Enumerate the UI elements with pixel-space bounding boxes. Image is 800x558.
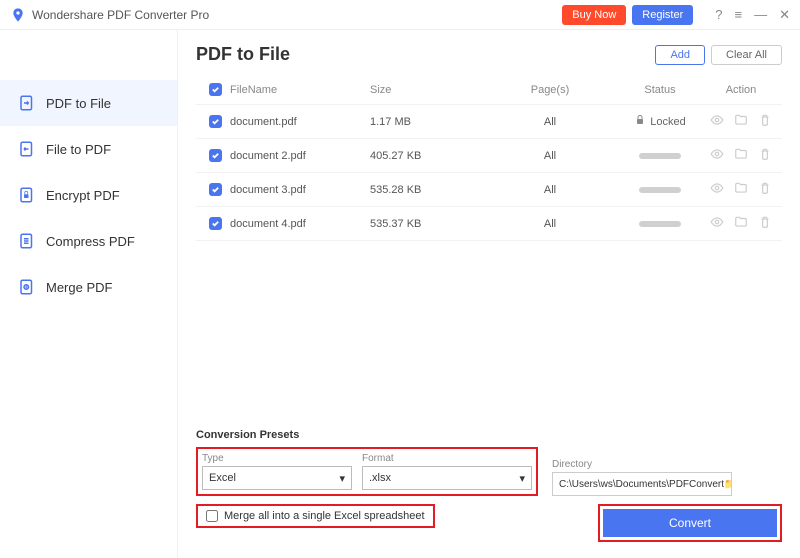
preview-icon[interactable]	[710, 113, 724, 130]
sidebar-item-file-to-pdf[interactable]: File to PDF	[0, 126, 177, 172]
cell-pages: All	[490, 184, 610, 196]
directory-input[interactable]: C:\Users\ws\Documents\PDFConvert 📁	[552, 472, 732, 496]
open-folder-icon[interactable]	[734, 215, 748, 232]
presets-section-label: Conversion Presets	[196, 429, 782, 441]
header-pages: Page(s)	[490, 84, 610, 96]
status-progress	[639, 187, 681, 193]
row-checkbox[interactable]	[209, 115, 222, 128]
cell-size: 535.37 KB	[370, 218, 490, 230]
sidebar: PDF to File File to PDF Encrypt PDF Comp…	[0, 30, 178, 558]
preview-icon[interactable]	[710, 147, 724, 164]
merge-all-checkbox[interactable]	[206, 510, 218, 522]
sidebar-item-merge-pdf[interactable]: Merge PDF	[0, 264, 177, 310]
delete-icon[interactable]	[758, 147, 772, 164]
cell-filename: document 3.pdf	[230, 184, 370, 196]
cell-size: 1.17 MB	[370, 116, 490, 128]
type-value: Excel	[209, 472, 236, 484]
merge-all-label: Merge all into a single Excel spreadshee…	[224, 510, 425, 522]
help-icon[interactable]: ?	[715, 7, 722, 22]
buy-now-button[interactable]: Buy Now	[562, 5, 626, 25]
cell-filename: document.pdf	[230, 116, 370, 128]
titlebar: Wondershare PDF Converter Pro Buy Now Re…	[0, 0, 800, 30]
app-title: Wondershare PDF Converter Pro	[32, 8, 209, 22]
content: PDF to File Add Clear All FileName Size …	[178, 30, 800, 558]
directory-label: Directory	[552, 459, 732, 470]
sidebar-item-label: Merge PDF	[46, 280, 112, 295]
clear-all-button[interactable]: Clear All	[711, 45, 782, 65]
preview-icon[interactable]	[710, 215, 724, 232]
minimize-icon[interactable]: —	[754, 7, 767, 22]
table-row: document 2.pdf405.27 KBAll	[196, 139, 782, 173]
arrow-left-file-icon	[18, 140, 36, 158]
sidebar-item-label: Compress PDF	[46, 234, 135, 249]
merge-checkbox-highlight[interactable]: Merge all into a single Excel spreadshee…	[196, 504, 435, 528]
delete-icon[interactable]	[758, 113, 772, 130]
format-label: Format	[362, 453, 532, 464]
row-checkbox[interactable]	[209, 217, 222, 230]
app-logo-icon	[10, 7, 26, 23]
cell-pages: All	[490, 218, 610, 230]
arrow-right-file-icon	[18, 94, 36, 112]
directory-value: C:\Users\ws\Documents\PDFConvert	[559, 479, 724, 490]
open-folder-icon[interactable]	[734, 147, 748, 164]
sidebar-item-compress-pdf[interactable]: Compress PDF	[0, 218, 177, 264]
table-header: FileName Size Page(s) Status Action	[196, 75, 782, 105]
cell-filename: document 2.pdf	[230, 150, 370, 162]
table-row: document 4.pdf535.37 KBAll	[196, 207, 782, 241]
close-icon[interactable]: ✕	[779, 7, 790, 23]
table-row: document.pdf1.17 MBAll Locked	[196, 105, 782, 139]
sidebar-item-encrypt-pdf[interactable]: Encrypt PDF	[0, 172, 177, 218]
cell-size: 535.28 KB	[370, 184, 490, 196]
header-status: Status	[610, 84, 710, 96]
open-folder-icon[interactable]	[734, 181, 748, 198]
row-checkbox[interactable]	[209, 149, 222, 162]
cell-size: 405.27 KB	[370, 150, 490, 162]
header-filename: FileName	[230, 84, 370, 96]
file-table: FileName Size Page(s) Status Action docu…	[196, 75, 782, 241]
status-progress	[639, 221, 681, 227]
browse-folder-icon[interactable]: 📁	[724, 479, 732, 490]
table-row: document 3.pdf535.28 KBAll	[196, 173, 782, 207]
sidebar-item-label: PDF to File	[46, 96, 111, 111]
format-select[interactable]: .xlsx ▾	[362, 466, 532, 490]
type-select[interactable]: Excel ▾	[202, 466, 352, 490]
lock-icon	[634, 114, 646, 129]
open-folder-icon[interactable]	[734, 113, 748, 130]
menu-icon[interactable]: ≡	[735, 7, 743, 22]
row-checkbox[interactable]	[209, 183, 222, 196]
add-button[interactable]: Add	[655, 45, 705, 65]
status-progress	[639, 153, 681, 159]
cell-pages: All	[490, 150, 610, 162]
cell-pages: All	[490, 116, 610, 128]
type-label: Type	[202, 453, 352, 464]
chevron-down-icon: ▾	[519, 472, 525, 485]
preview-icon[interactable]	[710, 181, 724, 198]
delete-icon[interactable]	[758, 215, 772, 232]
chevron-down-icon: ▾	[339, 472, 345, 485]
sidebar-item-pdf-to-file[interactable]: PDF to File	[0, 80, 177, 126]
sidebar-item-label: File to PDF	[46, 142, 111, 157]
format-value: .xlsx	[369, 472, 391, 484]
header-size: Size	[370, 84, 490, 96]
lock-file-icon	[18, 186, 36, 204]
compress-file-icon	[18, 232, 36, 250]
select-all-checkbox[interactable]	[209, 83, 222, 96]
register-button[interactable]: Register	[632, 5, 693, 25]
header-action: Action	[710, 84, 778, 96]
sidebar-item-label: Encrypt PDF	[46, 188, 120, 203]
convert-button-highlight: Convert	[598, 504, 782, 542]
convert-button[interactable]: Convert	[603, 509, 777, 537]
cell-filename: document 4.pdf	[230, 218, 370, 230]
type-format-highlight: Type Excel ▾ Format .xlsx ▾	[196, 447, 538, 496]
page-title: PDF to File	[196, 44, 649, 65]
status-text: Locked	[650, 116, 685, 128]
delete-icon[interactable]	[758, 181, 772, 198]
merge-file-icon	[18, 278, 36, 296]
